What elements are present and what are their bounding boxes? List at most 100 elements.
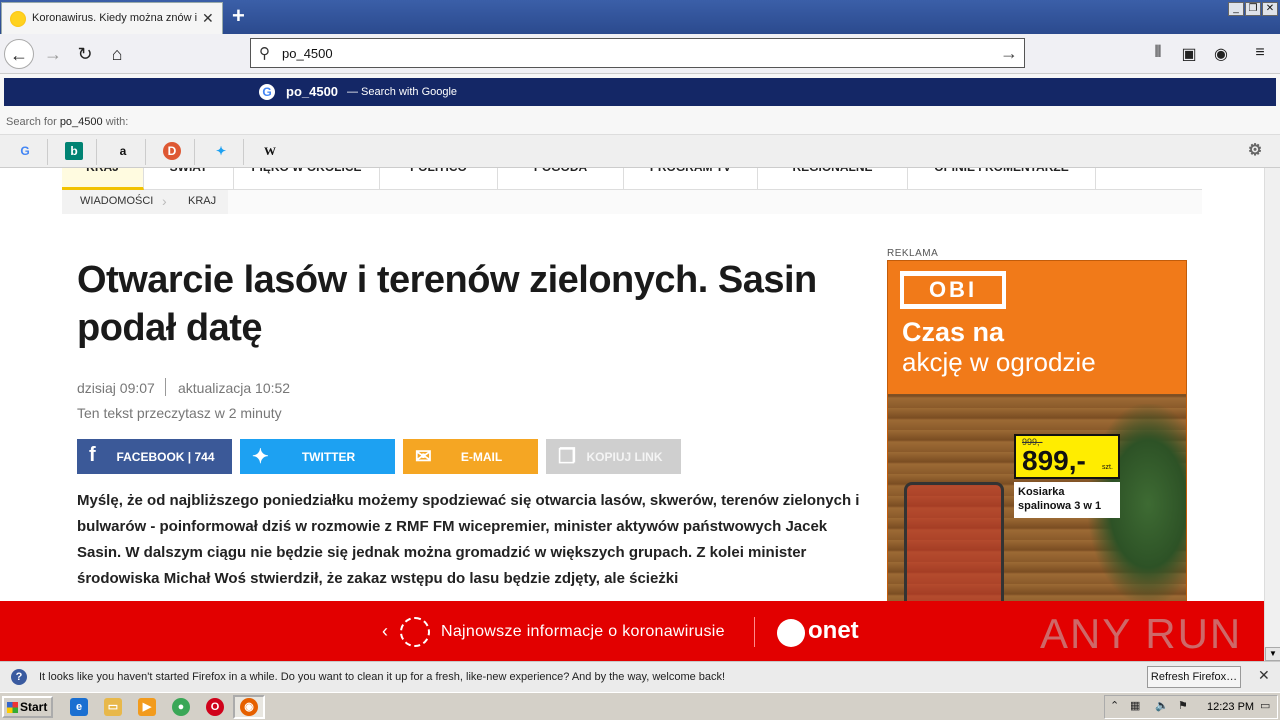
close-icon[interactable]: ✕	[1258, 667, 1270, 684]
breadcrumb-wiadomosci[interactable]: WIADOMOŚCI	[80, 195, 153, 207]
suggestion-hint: — Search with Google	[347, 86, 458, 98]
tab-strip: Koronawirus. Kiedy można znów iść ✕ + _ …	[0, 0, 1280, 34]
tray-expand-icon[interactable]: ⌃	[1110, 699, 1119, 712]
menu-item-pogoda[interactable]: POGODA	[498, 168, 624, 190]
menu-item-regionalne[interactable]: REGIONALNE	[758, 168, 908, 190]
engine-divider	[243, 139, 244, 165]
show-desktop-icon[interactable]: ▭	[1260, 699, 1270, 712]
network-icon[interactable]: ▦	[1130, 699, 1140, 712]
folder-icon[interactable]: ▭	[104, 698, 122, 716]
gear-icon[interactable]: ⚙	[1246, 142, 1264, 160]
account-icon[interactable]: ◉	[1210, 44, 1232, 64]
url-input[interactable]: po_4500	[282, 46, 333, 61]
restore-button[interactable]: ❐	[1245, 2, 1261, 16]
chrome-icon[interactable]: ●	[172, 698, 190, 716]
google-icon[interactable]: G	[16, 142, 34, 160]
update-date: aktualizacja 10:52	[178, 380, 291, 396]
search-for-label: Search for po_4500 with:	[6, 116, 129, 128]
web-page: KRAJ ŚWIAT PIĘKO W OKOLICE POLITICO POGO…	[0, 168, 1280, 601]
one-off-engines: G b a D ✦ W ⚙	[0, 134, 1280, 168]
ad-subheadline: akcję w ogrodzie	[902, 347, 1096, 377]
notification-text: It looks like you haven't started Firefo…	[39, 671, 726, 683]
menu-item-okolice[interactable]: PIĘKO W OKOLICE	[234, 168, 380, 190]
volume-icon[interactable]: 🔈	[1155, 699, 1169, 712]
onet-logo-icon	[777, 619, 805, 647]
reload-button[interactable]: ↻	[70, 39, 100, 69]
library-icon[interactable]: ⫴	[1147, 44, 1169, 62]
firefox-icon: ◉	[240, 698, 258, 716]
chevron-right-icon: ›	[162, 193, 167, 209]
google-icon: G	[259, 84, 275, 100]
virus-icon	[400, 617, 430, 647]
product-name: Kosiarka spalinowa 3 w 1	[1018, 486, 1102, 512]
twitter-icon[interactable]: ✦	[212, 142, 230, 160]
suggestion-google[interactable]: G po_4500 — Search with Google	[4, 78, 1276, 106]
url-bar[interactable]: ⚲ po_4500 →	[250, 38, 1025, 68]
menu-item-kraj[interactable]: KRAJ	[62, 168, 144, 190]
close-window-button[interactable]: ✕	[1262, 2, 1278, 16]
suggestion-query: po_4500	[286, 84, 339, 99]
notification-bar: ? It looks like you haven't started Fire…	[0, 661, 1280, 692]
menu-icon[interactable]: ≡	[1249, 44, 1271, 62]
ad-headline: Czas na	[902, 317, 1005, 347]
ad-photo: 999,- 899,- szt. Kosiarka spalinowa 3 w …	[888, 394, 1186, 601]
obi-advertisement[interactable]: OBI Czas na akcję w ogrodzie 999,- 899,-…	[887, 260, 1187, 601]
page-scrollbar[interactable]: ▼	[1264, 168, 1280, 661]
engine-divider	[194, 139, 195, 165]
publish-date: dzisiaj 09:07	[77, 380, 155, 396]
share-facebook-button[interactable]: f FACEBOOK | 744	[77, 439, 232, 474]
tab-close-icon[interactable]: ✕	[202, 10, 214, 27]
scroll-down-arrow-icon[interactable]: ▼	[1265, 647, 1280, 661]
tab-title: Koronawirus. Kiedy można znów iść	[32, 12, 197, 24]
start-button[interactable]: Start	[2, 696, 53, 718]
windows-flag-icon	[7, 702, 18, 713]
engine-divider	[96, 139, 97, 165]
breadcrumb-kraj[interactable]: KRAJ	[188, 195, 216, 207]
menu-item-politico[interactable]: POLITICO	[380, 168, 498, 190]
media-player-icon[interactable]: ▶	[138, 698, 156, 716]
go-arrow-icon[interactable]: →	[1000, 43, 1018, 64]
browser-tab[interactable]: Koronawirus. Kiedy można znów iść ✕	[1, 2, 223, 34]
bing-icon[interactable]: b	[65, 142, 83, 160]
ad-label: REKLAMA	[887, 248, 939, 259]
menu-item-program-tv[interactable]: PROGRAM TV	[624, 168, 758, 190]
nav-toolbar: ← → ↻ ⌂ ⚲ po_4500 → ⫴ ▣ ◉ ≡	[0, 34, 1280, 74]
banner-text[interactable]: Najnowsze informacje o koronawirusie	[441, 623, 725, 641]
product-tag: Kosiarka spalinowa 3 w 1	[1014, 482, 1120, 518]
opera-icon[interactable]: O	[206, 698, 224, 716]
price: 899,-	[1022, 445, 1086, 476]
article-lead: Myślę, że od najbliższego poniedziałku m…	[77, 492, 860, 587]
price-tag: 999,- 899,- szt.	[1014, 434, 1120, 479]
back-button[interactable]: ←	[4, 39, 34, 69]
sidebar-icon[interactable]: ▣	[1178, 44, 1200, 64]
firefox-taskbar-button[interactable]: ◉	[233, 695, 265, 719]
site-menu: KRAJ ŚWIAT PIĘKO W OKOLICE POLITICO POGO…	[62, 168, 1202, 190]
price-unit: szt.	[1102, 464, 1113, 471]
article-headline: Otwarcie lasów i terenów zielonych. Sasi…	[77, 259, 817, 349]
chevron-left-icon[interactable]: ‹	[382, 621, 388, 642]
sun-favicon-icon	[10, 11, 26, 27]
forward-button[interactable]: →	[38, 39, 68, 69]
minimize-button[interactable]: _	[1228, 2, 1244, 16]
lawn-mower-image	[904, 482, 1004, 601]
share-twitter-button[interactable]: ✦ TWITTER	[240, 439, 395, 474]
onet-brand: onet	[808, 617, 859, 644]
read-time: Ten tekst przeczytasz w 2 minuty	[77, 405, 282, 421]
duckduckgo-icon[interactable]: D	[163, 142, 181, 160]
share-email-button[interactable]: ✉ E-MAIL	[403, 439, 538, 474]
copy-link-button[interactable]: ❐ KOPIUJ LINK	[546, 439, 681, 474]
internet-explorer-icon[interactable]: e	[70, 698, 88, 716]
menu-item-swiat[interactable]: ŚWIAT	[144, 168, 234, 190]
clock: 12:23 PM	[1207, 701, 1255, 713]
meta-divider	[165, 378, 166, 396]
amazon-icon[interactable]: a	[114, 142, 132, 160]
new-tab-button[interactable]: +	[232, 3, 245, 29]
search-icon: ⚲	[259, 45, 270, 62]
anyrun-watermark: ANY RUN	[1040, 610, 1243, 657]
home-button[interactable]: ⌂	[102, 39, 132, 69]
menu-item-opinie[interactable]: OPINIE I KOMENTARZE	[908, 168, 1096, 190]
taskbar: Start e ▭ ▶ ● O ◉ ⌃ ▦ 🔈 ⚑ 12:23 PM ▭	[0, 692, 1280, 720]
security-flag-icon[interactable]: ⚑	[1178, 699, 1188, 712]
refresh-firefox-button[interactable]: Refresh Firefox…	[1147, 666, 1241, 688]
wikipedia-icon[interactable]: W	[261, 142, 279, 160]
